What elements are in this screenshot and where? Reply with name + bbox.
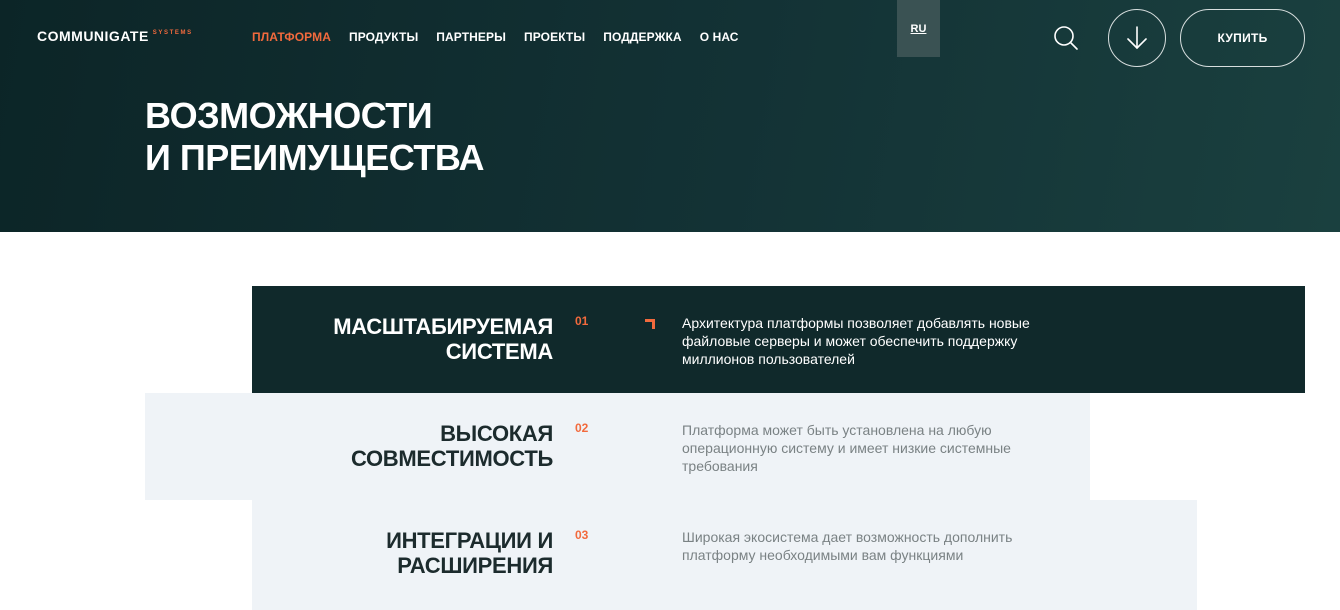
- feature-title-line1: ВЫСОКАЯ: [440, 421, 553, 446]
- feature-number: 02: [575, 421, 589, 435]
- nav-item-partners[interactable]: ПАРТНЕРЫ: [436, 30, 506, 44]
- buy-button[interactable]: КУПИТЬ: [1180, 9, 1305, 67]
- arrow-down-icon: [1127, 26, 1147, 49]
- nav-item-about[interactable]: О НАС: [700, 30, 739, 44]
- download-button[interactable]: [1108, 9, 1166, 67]
- language-switcher[interactable]: RU: [897, 0, 940, 57]
- feature-card-scalable[interactable]: МАСШТАБИРУЕМАЯ СИСТЕМА 01 Архитектура пл…: [252, 286, 1305, 393]
- feature-description: Платформа может быть установлена на любу…: [682, 422, 1011, 474]
- nav-item-support[interactable]: ПОДДЕРЖКА: [603, 30, 681, 44]
- hero-banner: COMMUNIGATE SYSTEMS ПЛАТФОРМА ПРОДУКТЫ П…: [0, 0, 1340, 232]
- search-button[interactable]: [1050, 22, 1082, 54]
- feature-title-line2: СОВМЕСТИМОСТЬ: [350, 446, 553, 471]
- feature-card-integrations[interactable]: ИНТЕГРАЦИИ И РАСШИРЕНИЯ 03 Широкая экоси…: [252, 500, 1197, 610]
- search-icon: [1054, 26, 1078, 50]
- page-title-line2: И ПРЕИМУЩЕСТВА: [145, 137, 485, 178]
- feature-description: Архитектура платформы позволяет добавлят…: [682, 315, 1030, 367]
- feature-title-line2: СИСТЕМА: [445, 339, 554, 364]
- feature-card-compatibility[interactable]: ВЫСОКАЯ СОВМЕСТИМОСТЬ 02 Платформа может…: [145, 393, 1090, 500]
- feature-title: МАСШТАБИРУЕМАЯ СИСТЕМА: [293, 314, 553, 364]
- nav-item-platform[interactable]: ПЛАТФОРМА: [252, 30, 331, 44]
- main-nav: ПЛАТФОРМА ПРОДУКТЫ ПАРТНЕРЫ ПРОЕКТЫ ПОДД…: [252, 30, 739, 44]
- logo-text: COMMUNIGATE: [37, 28, 149, 44]
- feature-title-line1: МАСШТАБИРУЕМАЯ: [333, 314, 553, 339]
- feature-title-line1: ИНТЕГРАЦИИ И: [386, 528, 553, 553]
- feature-title-line2: РАСШИРЕНИЯ: [397, 553, 553, 578]
- language-label: RU: [910, 22, 927, 35]
- feature-title: ВЫСОКАЯ СОВМЕСТИМОСТЬ: [293, 421, 553, 471]
- corner-marker-icon: [645, 319, 655, 329]
- page-title: ВОЗМОЖНОСТИ И ПРЕИМУЩЕСТВА: [145, 95, 485, 179]
- logo-subtext: SYSTEMS: [152, 30, 193, 36]
- feature-title: ИНТЕГРАЦИИ И РАСШИРЕНИЯ: [293, 528, 553, 578]
- nav-item-products[interactable]: ПРОДУКТЫ: [349, 30, 418, 44]
- nav-item-projects[interactable]: ПРОЕКТЫ: [524, 30, 585, 44]
- logo[interactable]: COMMUNIGATE SYSTEMS: [37, 28, 193, 44]
- feature-description: Широкая экосистема дает возможность допо…: [682, 529, 1013, 563]
- page-title-line1: ВОЗМОЖНОСТИ: [145, 95, 433, 136]
- feature-number: 03: [575, 528, 589, 542]
- feature-number: 01: [575, 314, 589, 328]
